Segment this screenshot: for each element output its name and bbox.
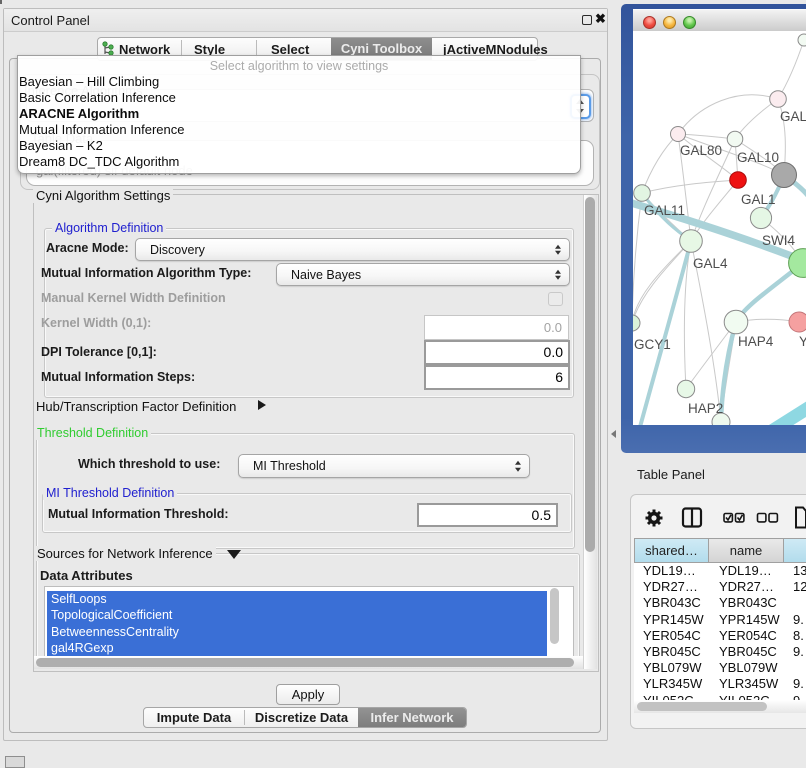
svg-text:GAL80: GAL80 bbox=[780, 109, 806, 124]
svg-text:GAL10: GAL10 bbox=[737, 150, 779, 165]
svg-text:GAL11: GAL11 bbox=[644, 203, 685, 218]
svg-text:GAL80: GAL80 bbox=[680, 143, 722, 158]
svg-text:YJL: YJL bbox=[799, 334, 806, 349]
svg-text:SWI4: SWI4 bbox=[762, 233, 795, 248]
svg-text:GAL1: GAL1 bbox=[741, 192, 776, 207]
svg-text:GCY1: GCY1 bbox=[634, 337, 671, 352]
svg-text:GAL4: GAL4 bbox=[693, 256, 728, 271]
svg-text:HAP2: HAP2 bbox=[688, 401, 723, 416]
svg-text:HAP4: HAP4 bbox=[738, 334, 774, 349]
